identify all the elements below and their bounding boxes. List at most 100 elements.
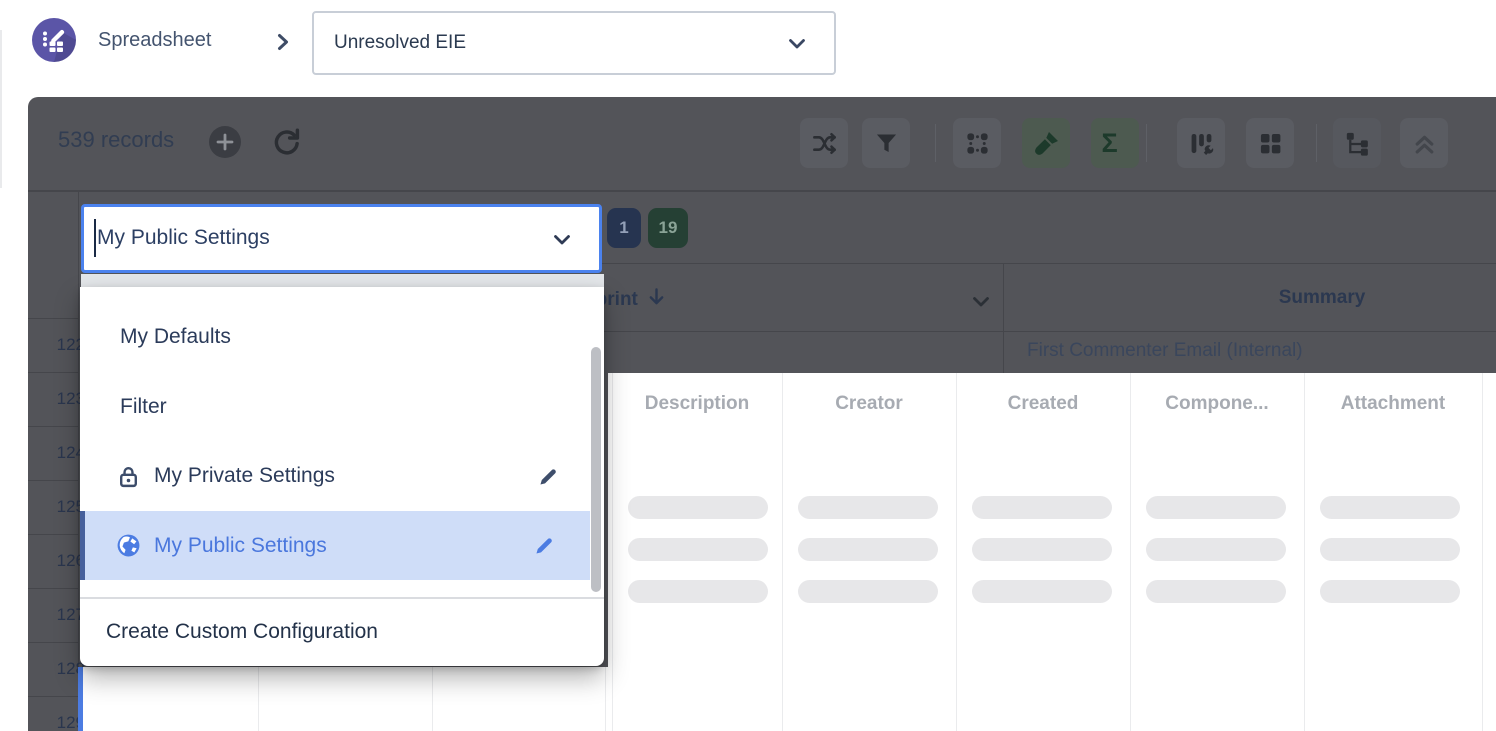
subheader-divider [577, 331, 1496, 332]
table-body-bottom-left [78, 667, 608, 731]
sigma-icon: Σ [1102, 130, 1129, 157]
toolbar-button-hierarchy[interactable] [1333, 118, 1381, 168]
row-number[interactable]: 125 [28, 480, 85, 534]
refresh-button[interactable] [271, 126, 303, 158]
sprint-column-divider [1003, 263, 1004, 373]
column-divider [1482, 373, 1483, 731]
toolbar-button-columns-settings[interactable] [1177, 118, 1225, 168]
row-number[interactable]: 128 [28, 642, 85, 696]
column-header-created[interactable]: Created [958, 393, 1128, 415]
toolbar-separator [1146, 124, 1147, 162]
create-custom-configuration-button[interactable]: Create Custom Configuration [106, 609, 378, 655]
loading-skeleton-bar [1320, 496, 1460, 519]
settings-dropdown-menu: My Defaults Filter My Private Settings My P… [80, 287, 604, 666]
row-number[interactable]: 124 [28, 426, 85, 480]
settings-combobox-value: My Public Settings [97, 207, 270, 269]
toolbar-button-grid[interactable] [1246, 118, 1294, 168]
loading-skeleton-bar [1320, 538, 1460, 561]
hierarchy-icon [1344, 130, 1371, 157]
menu-item-my-private-settings[interactable]: My Private Settings [80, 442, 594, 510]
spreadsheet-logo-icon [32, 18, 76, 62]
row-number[interactable]: 123 [28, 372, 85, 426]
column-divider [1130, 373, 1131, 731]
table-body-loading: DescriptionCreatorCreatedCompone... Attac… [608, 373, 1496, 731]
menu-item-label: Filter [120, 395, 167, 419]
field-shadow [81, 274, 604, 288]
column-divider [612, 373, 613, 731]
records-count: 539 records [58, 127, 174, 153]
loading-skeleton-bar [972, 580, 1112, 603]
row-number[interactable]: 122 [28, 318, 85, 372]
chevron-down-icon [788, 37, 806, 49]
loading-skeleton-bar [628, 538, 768, 561]
add-record-button[interactable] [208, 125, 242, 159]
paint-brush-icon [1033, 130, 1060, 157]
view-selector[interactable]: Unresolved EIE [312, 11, 836, 75]
toolbar-button-paint-brush[interactable] [1022, 118, 1070, 168]
menu-item-label: My Public Settings [154, 534, 327, 558]
loading-skeleton-bar [628, 496, 768, 519]
column-divider [782, 373, 783, 731]
pencil-icon[interactable] [533, 534, 556, 557]
loading-skeleton-bar [1320, 580, 1460, 603]
toolbar-button-sigma[interactable]: Σ [1091, 118, 1139, 168]
menu-item-label: My Private Settings [154, 464, 335, 488]
count-badge[interactable]: 19 [648, 208, 688, 248]
arrow-down-icon [648, 287, 665, 312]
text-cursor [94, 219, 96, 257]
subheader-first-commenter: First Commenter Email (Internal) [1027, 340, 1303, 362]
pencil-icon[interactable] [537, 465, 560, 488]
loading-skeleton-bar [1146, 580, 1286, 603]
loading-skeleton-bar [798, 538, 938, 561]
column-divider [1304, 373, 1305, 731]
menu-item-filter[interactable]: Filter [80, 373, 594, 441]
column-header-attachment[interactable]: Attachment [1308, 393, 1478, 415]
spreadsheet-app: Spreadsheet Unresolved EIE 539 records Σ… [0, 0, 1496, 731]
scrollbar-thumb[interactable] [591, 347, 601, 592]
chevron-down-icon [553, 233, 571, 245]
toolbar-button-filter[interactable] [862, 118, 910, 168]
chevron-right-icon [277, 33, 289, 51]
toolbar-button-shuffle[interactable] [800, 118, 848, 168]
menu-item-label: My Defaults [120, 325, 231, 349]
column-header-description[interactable]: Description [612, 393, 782, 415]
row-number[interactable]: 129 [28, 696, 85, 731]
column-menu-chevron-down-icon[interactable] [972, 295, 990, 307]
menu-item-my-public-settings[interactable]: My Public Settings [80, 511, 590, 580]
row-number[interactable]: 127 [28, 588, 85, 642]
count-badge[interactable]: 1 [607, 208, 641, 248]
loading-skeleton-bar [1146, 538, 1286, 561]
grid-icon [1257, 130, 1284, 157]
globe-icon [116, 533, 141, 558]
active-column-accent-bar [78, 667, 83, 731]
column-header-compone[interactable]: Compone... [1132, 393, 1302, 415]
menu-item-my-defaults[interactable]: My Defaults [80, 303, 594, 371]
loading-skeleton-bar [1146, 496, 1286, 519]
column-divider [432, 667, 433, 731]
column-header-summary[interactable]: Summary [1222, 287, 1422, 309]
header-row-divider [577, 263, 1496, 264]
collapse-all-icon [1411, 130, 1438, 157]
columns-settings-icon [1188, 130, 1215, 157]
lock-icon [116, 464, 141, 489]
toolbar-separator [935, 124, 936, 162]
toolbar-divider [28, 190, 1496, 192]
settings-combobox[interactable]: My Public Settings [81, 204, 602, 273]
loading-skeleton-bar [798, 496, 938, 519]
page-title: Spreadsheet [98, 29, 211, 52]
shuffle-icon [811, 130, 838, 157]
view-selector-value: Unresolved EIE [334, 13, 466, 73]
filter-icon [873, 130, 900, 157]
row-number[interactable]: 126 [28, 534, 85, 588]
dots-grid-icon [964, 130, 991, 157]
toolbar-button-collapse-all[interactable] [1400, 118, 1448, 168]
loading-skeleton-bar [972, 538, 1112, 561]
loading-skeleton-bar [798, 580, 938, 603]
loading-skeleton-bar [628, 580, 768, 603]
left-edge-divider [0, 30, 2, 188]
toolbar-separator [1316, 124, 1317, 162]
column-header-creator[interactable]: Creator [784, 393, 954, 415]
column-divider [258, 667, 259, 731]
toolbar-button-dots-grid[interactable] [953, 118, 1001, 168]
column-divider [605, 667, 606, 731]
